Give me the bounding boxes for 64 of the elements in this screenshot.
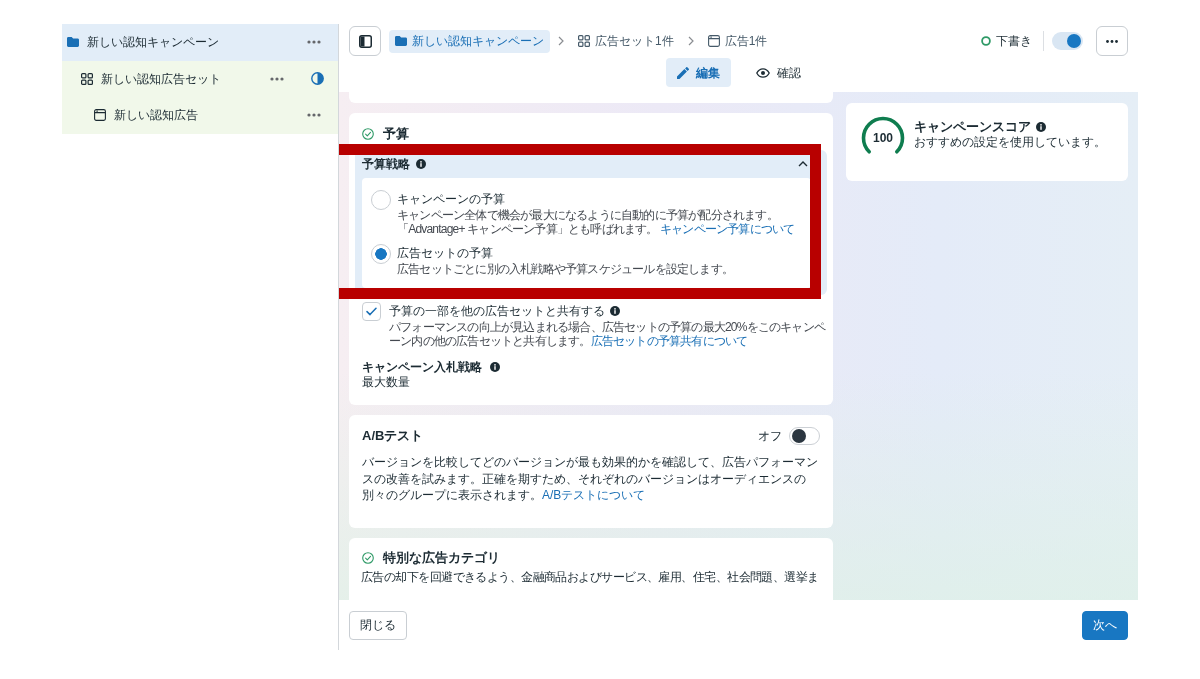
- sidebar-toggle-button[interactable]: [349, 26, 381, 56]
- info-icon: [490, 362, 500, 372]
- review-tab[interactable]: 確認: [744, 58, 812, 87]
- status-ring-icon: [981, 36, 991, 46]
- breadcrumb-link[interactable]: 新しい認知キャンペーン: [389, 29, 550, 53]
- sidebar-icon: [358, 34, 372, 48]
- learn-more-link[interactable]: キャンペーン予算について: [660, 222, 795, 236]
- folder-icon: [395, 36, 407, 46]
- option-label: 広告セットの予算: [397, 245, 494, 262]
- grid-icon: [80, 72, 93, 85]
- field-value: 最大数量: [362, 375, 411, 389]
- section-title: 予算戦略: [362, 156, 410, 173]
- folder-icon: [67, 37, 79, 48]
- more-icon[interactable]: [307, 40, 321, 45]
- window-icon: [94, 109, 106, 122]
- tree-item[interactable]: 新しい認知キャンペーン: [62, 24, 338, 61]
- option-label: キャンペーンの予算: [397, 191, 506, 208]
- breadcrumb-link[interactable]: 広告セット1件: [572, 29, 680, 53]
- close-button[interactable]: 閉じる: [349, 610, 407, 640]
- field-label: キャンペーン入札戦略: [362, 359, 482, 375]
- toggle-switch[interactable]: [789, 427, 820, 445]
- card-title: A/Bテスト: [362, 427, 424, 445]
- half-circle-icon: [311, 72, 324, 86]
- status-label: 下書き: [996, 33, 1032, 50]
- card-title: 特別な広告カテゴリ: [383, 548, 500, 567]
- option-description: キャンペーン全体で機会が最大になるように自動的に予算が配分されます。「Advantage+ キャンペーン予算」とも呼ばれます。 キャンペーン予算について: [397, 208, 796, 236]
- info-icon: [1036, 122, 1046, 132]
- radio-button[interactable]: [371, 244, 391, 264]
- more-button[interactable]: [1096, 26, 1128, 56]
- card-description: バージョンを比較してどのバージョンが最も効果的かを確認して、広告パフォーマンスの改善を試みます。正確を期すため、それぞれのバージョンはオーディエンスの別々のグループに表示されます。A/Bテストについて: [362, 454, 819, 504]
- info-icon: [416, 159, 426, 169]
- learn-more-link[interactable]: A/Bテストについて: [542, 488, 646, 502]
- score-description: おすすめの設定を使用しています。: [914, 135, 1106, 150]
- check-circle-icon: [362, 551, 374, 564]
- eye-icon: [755, 67, 770, 78]
- check-icon: [366, 307, 377, 316]
- card-description: 広告の却下を回避できるよう、金融商品およびサービス、雇用、住宅、社会問題、選挙ま: [361, 568, 820, 585]
- window-icon: [707, 35, 720, 47]
- more-icon[interactable]: [270, 76, 284, 81]
- tree-item[interactable]: 新しい認知広告: [62, 97, 338, 134]
- score-title: キャンペーンスコア: [914, 119, 1031, 135]
- grid-icon: [578, 35, 590, 47]
- edit-tab[interactable]: 編集: [665, 58, 731, 87]
- tree-item[interactable]: 新しい認知広告セット: [62, 60, 338, 97]
- card-title: 予算: [383, 125, 409, 143]
- radio-button[interactable]: [371, 190, 391, 210]
- checkbox[interactable]: [362, 302, 381, 321]
- check-circle-icon: [362, 128, 374, 140]
- score-value: 100: [873, 131, 893, 145]
- breadcrumb-link[interactable]: 広告1件: [701, 29, 774, 53]
- pencil-icon: [676, 66, 689, 79]
- chevron-right-icon: [687, 36, 694, 46]
- toggle-switch[interactable]: [1052, 32, 1083, 50]
- learn-more-link[interactable]: 広告セットの予算共有について: [590, 334, 748, 348]
- more-icon: [1106, 39, 1118, 43]
- chevron-right-icon: [558, 36, 564, 46]
- checkbox-description: パフォーマンスの向上が見込まれる場合、広告セットの予算の最大20%をこのキャンペーン内の他の広告セットと共有します。広告セットの予算共有について: [389, 320, 827, 348]
- next-button[interactable]: 次へ: [1082, 610, 1128, 640]
- checkbox-label: 予算の一部を他の広告セットと共有する: [389, 303, 605, 320]
- chevron-up-icon[interactable]: [798, 161, 808, 167]
- info-icon: [610, 306, 620, 316]
- more-icon[interactable]: [307, 113, 321, 118]
- toggle-state-label: オフ: [758, 428, 782, 445]
- option-description: 広告セットごとに別の入札戦略や予算スケジュールを設定します。: [397, 262, 733, 276]
